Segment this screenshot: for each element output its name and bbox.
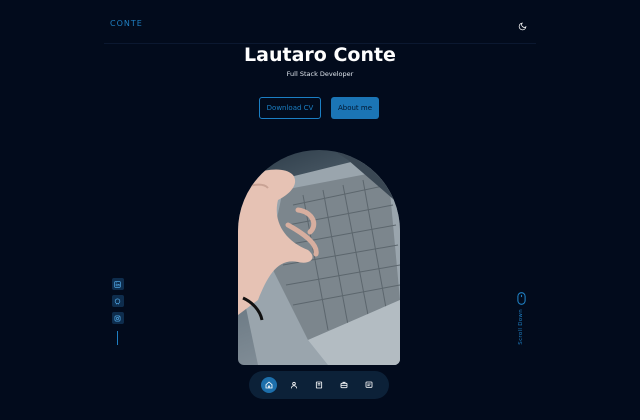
user-icon bbox=[291, 381, 298, 389]
linkedin-link[interactable] bbox=[111, 278, 124, 290]
logo[interactable]: CONTE bbox=[110, 19, 143, 28]
instagram-icon bbox=[114, 315, 121, 321]
theme-toggle-button[interactable] bbox=[514, 18, 530, 34]
page-subtitle: Full Stack Developer bbox=[286, 70, 354, 78]
message-icon bbox=[365, 381, 372, 388]
instagram-link[interactable] bbox=[111, 312, 124, 324]
about-me-button[interactable]: About me bbox=[331, 97, 379, 119]
social-links bbox=[111, 278, 124, 345]
github-icon bbox=[114, 298, 121, 304]
moon-icon bbox=[518, 22, 526, 30]
header: CONTE bbox=[104, 10, 536, 44]
scroll-down-link[interactable]: Scroll Down bbox=[514, 292, 528, 345]
nav-portfolio[interactable] bbox=[336, 377, 352, 393]
page-title: Lautaro Conte bbox=[244, 44, 396, 66]
book-icon bbox=[315, 381, 323, 389]
nav-contact[interactable] bbox=[361, 377, 377, 393]
scroll-down-label: Scroll Down bbox=[518, 309, 524, 345]
nav-home[interactable] bbox=[261, 377, 278, 393]
mouse-icon bbox=[516, 292, 526, 305]
nav-resume[interactable] bbox=[311, 377, 327, 393]
profile-photo bbox=[238, 150, 400, 365]
github-link[interactable] bbox=[111, 295, 124, 307]
download-cv-button[interactable]: Download CV bbox=[259, 97, 321, 119]
briefcase-icon bbox=[340, 381, 348, 389]
linkedin-icon bbox=[114, 280, 121, 288]
home-icon bbox=[265, 381, 273, 389]
bottom-nav bbox=[249, 371, 389, 399]
nav-about[interactable] bbox=[286, 377, 302, 393]
social-divider-line bbox=[117, 331, 118, 345]
laptop-typing-illustration bbox=[238, 150, 400, 365]
